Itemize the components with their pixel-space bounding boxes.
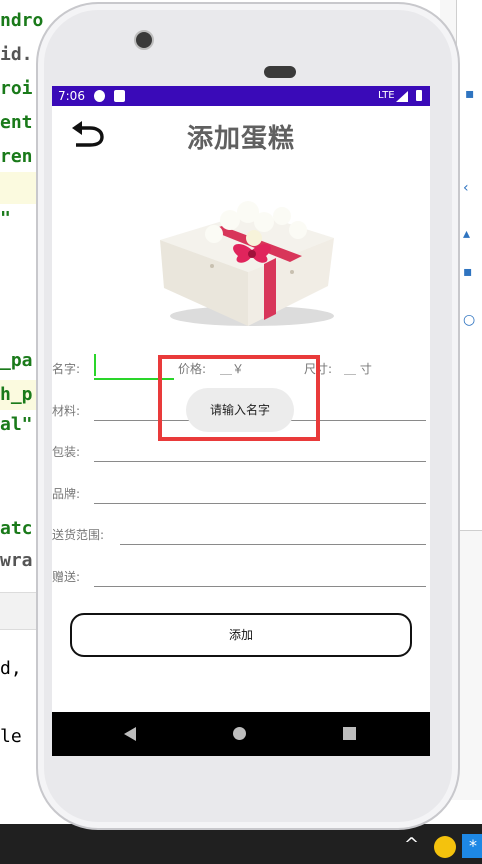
tray-app-icon[interactable]	[434, 836, 456, 858]
camera-icon	[134, 30, 154, 50]
nav-recents-icon[interactable]	[343, 727, 356, 740]
code-line: ndro	[0, 10, 44, 31]
tray-app-icon[interactable]: *	[462, 834, 482, 858]
name-label: 名字:	[52, 362, 81, 376]
code-line: h_p	[0, 384, 33, 405]
add-button[interactable]: 添加	[70, 613, 412, 657]
delivery-label: 送货范围:	[52, 528, 105, 542]
nav-back-icon[interactable]	[124, 727, 136, 741]
speaker-icon	[264, 66, 296, 78]
code-line: wra	[0, 550, 33, 571]
signal-icon	[396, 91, 408, 102]
tool-icon[interactable]: ▴	[463, 226, 470, 242]
delivery-input[interactable]	[120, 544, 426, 545]
highlight-box	[158, 355, 320, 441]
nav-home-icon[interactable]	[233, 727, 246, 740]
code-line: al"	[0, 414, 33, 435]
gift-input[interactable]	[94, 586, 426, 587]
code-line: "	[0, 208, 11, 229]
material-label: 材料:	[52, 404, 81, 418]
code-line: id.	[0, 44, 33, 65]
gift-label: 赠送:	[52, 570, 81, 584]
sd-card-icon	[114, 90, 125, 102]
status-time: 7:06	[58, 89, 85, 103]
code-line: _pa	[0, 350, 33, 371]
packaging-label: 包装:	[52, 445, 81, 459]
status-bar: 7:06 LTE	[52, 86, 430, 106]
brand-input[interactable]	[94, 503, 426, 504]
brand-label: 品牌:	[52, 487, 81, 501]
code-line: ent	[0, 112, 33, 133]
code-line: le	[0, 726, 22, 747]
packaging-input[interactable]	[94, 461, 426, 462]
name-input-cursor	[94, 354, 96, 376]
chevron-up-icon[interactable]: ^	[404, 834, 419, 855]
code-line: atc	[0, 518, 33, 539]
cake-image	[160, 201, 334, 326]
code-line: ren	[0, 146, 33, 167]
network-type: LTE	[378, 90, 395, 101]
tool-icon[interactable]: ○	[463, 312, 475, 328]
code-line: roi	[0, 78, 33, 99]
size-input[interactable]: ＿ 寸	[344, 360, 372, 377]
tool-icon[interactable]: ▪	[463, 264, 473, 280]
arrow-left-icon[interactable]: ‹	[463, 180, 469, 196]
notification-icon	[94, 90, 105, 102]
battery-icon	[416, 90, 422, 101]
code-line: d,	[0, 658, 22, 679]
page-title: 添加蛋糕	[186, 124, 295, 154]
nav-bar	[52, 712, 430, 756]
toolbar-icon[interactable]: ▪	[465, 86, 475, 102]
